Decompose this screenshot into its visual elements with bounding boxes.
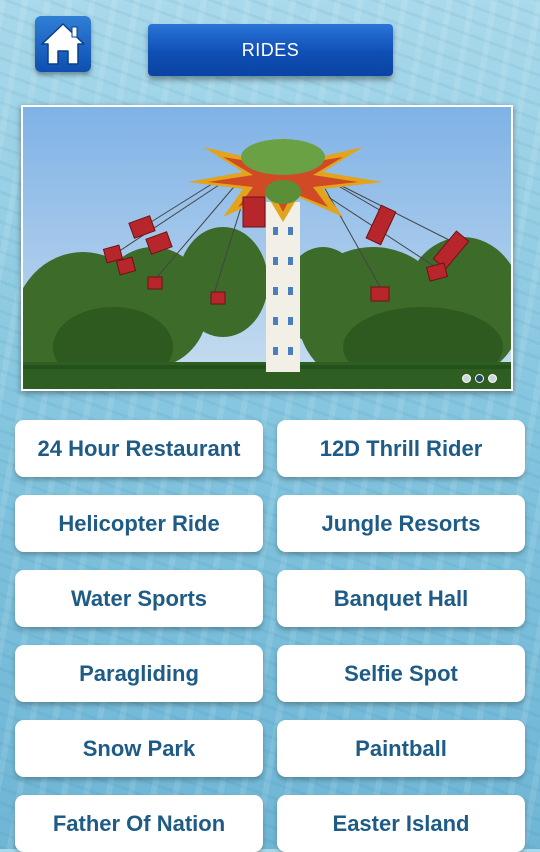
ride-paragliding[interactable]: Paragliding xyxy=(15,645,263,702)
ride-snow-park[interactable]: Snow Park xyxy=(15,720,263,777)
rides-grid: 24 Hour Restaurant 12D Thrill Rider Heli… xyxy=(15,420,525,852)
ride-selfie-spot[interactable]: Selfie Spot xyxy=(277,645,525,702)
ride-jungle-resorts[interactable]: Jungle Resorts xyxy=(277,495,525,552)
swing-ride-photo xyxy=(23,107,511,389)
carousel-indicators xyxy=(462,374,497,383)
ride-helicopter-ride[interactable]: Helicopter Ride xyxy=(15,495,263,552)
ride-12d-thrill-rider[interactable]: 12D Thrill Rider xyxy=(277,420,525,477)
ride-paintball[interactable]: Paintball xyxy=(277,720,525,777)
home-icon xyxy=(41,23,85,65)
ride-24-hour-restaurant[interactable]: 24 Hour Restaurant xyxy=(15,420,263,477)
ride-banquet-hall[interactable]: Banquet Hall xyxy=(277,570,525,627)
home-button[interactable] xyxy=(35,16,91,72)
carousel-dot[interactable] xyxy=(462,374,471,383)
ride-image-carousel[interactable] xyxy=(21,105,513,391)
ride-water-sports[interactable]: Water Sports xyxy=(15,570,263,627)
ride-easter-island[interactable]: Easter Island xyxy=(277,795,525,852)
page-title: RIDES xyxy=(148,24,393,76)
ride-father-of-nation[interactable]: Father Of Nation xyxy=(15,795,263,852)
carousel-dot-active[interactable] xyxy=(475,374,484,383)
carousel-dot[interactable] xyxy=(488,374,497,383)
